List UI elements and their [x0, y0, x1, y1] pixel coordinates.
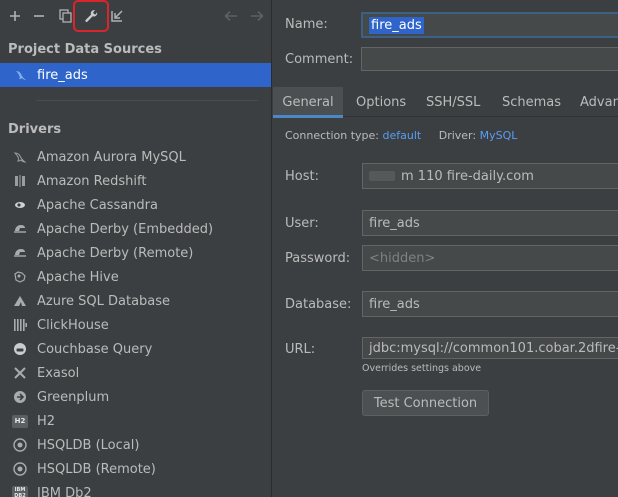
driver-item-hsqldb-remote[interactable]: HSQLDB (Remote) — [0, 457, 271, 481]
connection-info: Connection type: default Driver: MySQL — [285, 129, 518, 142]
connection-type-link[interactable]: default — [383, 129, 422, 142]
redshift-icon — [12, 173, 28, 189]
driver-item-ibm-db2[interactable]: IBM DB2 IBM Db2 — [0, 481, 271, 497]
aurora-icon — [12, 149, 28, 165]
test-connection-button[interactable]: Test Connection — [362, 390, 489, 416]
derby-icon — [12, 221, 28, 237]
comment-label: Comment: — [285, 52, 354, 67]
driver-item-apache-derby-remote[interactable]: Apache Derby (Remote) — [0, 241, 271, 265]
hive-icon — [12, 269, 28, 285]
driver-item-greenplum[interactable]: Greenplum — [0, 385, 271, 409]
azure-icon — [12, 293, 28, 309]
driver-item-exasol[interactable]: Exasol — [0, 361, 271, 385]
url-hint: Overrides settings above — [362, 363, 482, 374]
drivers-heading: Drivers — [8, 122, 62, 137]
plus-icon[interactable] — [4, 5, 26, 27]
password-field[interactable]: <hidden> — [362, 245, 618, 271]
tab-ssh-ssl[interactable]: SSH/SSL — [426, 87, 480, 117]
host-label: Host: — [285, 169, 319, 184]
driver-item-apache-hive[interactable]: Apache Hive — [0, 265, 271, 289]
driver-item-clickhouse[interactable]: ClickHouse — [0, 313, 271, 337]
database-label: Database: — [285, 297, 352, 312]
driver-item-apache-derby-embedded[interactable]: Apache Derby (Embedded) — [0, 217, 271, 241]
tab-options[interactable]: Options — [356, 87, 406, 117]
url-field[interactable]: jdbc:mysql://common101.cobar.2dfire-da — [362, 337, 618, 359]
driver-item-couchbase-query[interactable]: Couchbase Query — [0, 337, 271, 361]
tab-schemas[interactable]: Schemas — [502, 87, 561, 117]
user-label: User: — [285, 216, 319, 231]
h2-icon: H2 — [12, 414, 28, 428]
wrench-icon[interactable] — [73, 0, 109, 32]
settings-tabs: General Options SSH/SSL Schemas Advanced — [273, 87, 618, 118]
hsqldb-icon — [12, 437, 28, 453]
name-field-value: fire_ads — [369, 16, 424, 34]
exasol-icon — [12, 365, 28, 381]
clickhouse-icon — [12, 317, 28, 333]
redacted-block — [369, 171, 395, 181]
name-field[interactable]: fire_ads — [361, 12, 618, 38]
password-label: Password: — [285, 251, 351, 266]
database-field[interactable]: fire_ads — [362, 291, 618, 317]
mysql-dolphin-icon — [13, 67, 29, 83]
driver-item-h2[interactable]: H2 H2 — [0, 409, 271, 433]
ibm-db2-icon: IBM DB2 — [12, 486, 28, 497]
arrow-left-icon[interactable] — [220, 5, 242, 27]
data-source-label: fire_ads — [37, 67, 88, 83]
name-label: Name: — [285, 17, 328, 32]
import-arrow-icon[interactable] — [106, 5, 128, 27]
url-label: URL: — [285, 342, 316, 357]
duplicate-icon[interactable] — [54, 5, 76, 27]
cassandra-icon — [12, 197, 28, 213]
driver-link[interactable]: MySQL — [480, 129, 518, 142]
sources-toolbar — [0, 0, 271, 34]
driver-item-amazon-redshift[interactable]: Amazon Redshift — [0, 169, 271, 193]
greenplum-icon — [12, 389, 28, 405]
host-field[interactable]: m 110 fire-daily.com — [362, 163, 618, 189]
hsqldb-icon — [12, 461, 28, 477]
tab-advanced[interactable]: Advanced — [580, 87, 618, 117]
arrow-right-icon[interactable] — [246, 5, 268, 27]
data-source-item-fire-ads[interactable]: fire_ads — [0, 63, 271, 87]
drivers-list: Amazon Aurora MySQL Amazon Redshift Apac… — [0, 145, 271, 497]
driver-item-hsqldb-local[interactable]: HSQLDB (Local) — [0, 433, 271, 457]
driver-item-amazon-aurora-mysql[interactable]: Amazon Aurora MySQL — [0, 145, 271, 169]
minus-icon[interactable] — [28, 5, 50, 27]
user-field[interactable]: fire_ads — [362, 210, 618, 236]
driver-item-azure-sql-database[interactable]: Azure SQL Database — [0, 289, 271, 313]
driver-item-apache-cassandra[interactable]: Apache Cassandra — [0, 193, 271, 217]
couchbase-icon — [12, 341, 28, 357]
comment-field[interactable] — [361, 47, 618, 71]
data-sources-panel: Project Data Sources fire_ads Drivers Am… — [0, 0, 272, 497]
data-source-settings-panel: Name: fire_ads Comment: General Options … — [273, 0, 618, 497]
section-divider — [36, 100, 258, 101]
tab-general[interactable]: General — [273, 87, 343, 118]
project-data-sources-heading: Project Data Sources — [8, 42, 162, 57]
derby-icon — [12, 245, 28, 261]
